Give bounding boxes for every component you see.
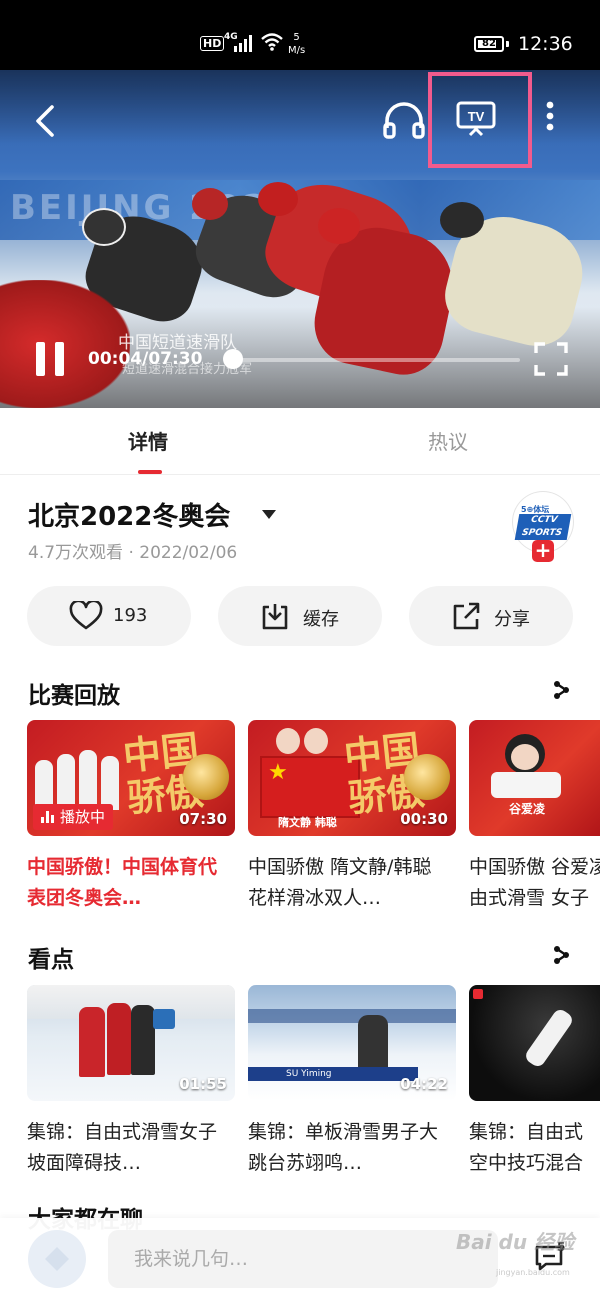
athlete-face <box>304 728 328 754</box>
battery-level: 82 <box>482 38 496 49</box>
tab-comments[interactable]: 热议 <box>428 426 468 455</box>
video-thumbnail[interactable]: 中国骄傲 播放中 07:30 <box>27 720 235 836</box>
share-button[interactable]: 分享 <box>409 586 573 646</box>
video-meta: 4.7万次观看 · 2022/02/06 <box>28 543 238 563</box>
athlete-face <box>511 744 539 770</box>
speed-unit: M/s <box>288 45 306 56</box>
baidu-watermark: Bai du 经验 <box>456 1230 575 1254</box>
video-card-title[interactable]: 中国骄傲 谷爱凌 由式滑雪 女子 <box>469 852 600 914</box>
speed-value: 5 <box>293 32 300 43</box>
video-card-title[interactable]: 集锦：单板滑雪男子大跳台苏翊鸣… <box>248 1117 456 1179</box>
section-more-icon[interactable] <box>552 680 572 700</box>
gold-medal <box>404 754 450 800</box>
flag <box>153 1009 175 1029</box>
status-bar: HD 4G 5 M/s 82 12:36 <box>0 0 600 70</box>
follow-button[interactable]: + <box>532 540 554 562</box>
section-more-icon[interactable] <box>552 945 572 965</box>
back-arrow-icon[interactable] <box>30 104 60 138</box>
athlete <box>79 1007 105 1077</box>
video-card-title-line: 中国骄傲 谷爱凌 <box>469 856 600 878</box>
channel-mark <box>473 989 483 999</box>
video-title[interactable]: 北京2022冬奥会 <box>28 496 230 533</box>
chevron-down-icon[interactable] <box>262 510 276 519</box>
video-duration: 00:30 <box>400 810 448 828</box>
equalizer-icon <box>41 811 55 823</box>
athlete <box>358 1015 388 1071</box>
athlete-name: 谷爱凌 <box>509 802 546 816</box>
signal-icon <box>234 35 252 52</box>
download-icon <box>262 604 288 630</box>
video-card-title[interactable]: 集锦：自由式滑雪女子坡面障碍技… <box>27 1117 235 1179</box>
video-card-title-line: 由式滑雪 女子 <box>469 887 590 909</box>
video-card-title-line: 空中技巧混合 <box>469 1152 584 1174</box>
video-thumbnail[interactable]: 谷爱凌 <box>469 720 600 836</box>
video-thumbnail[interactable] <box>469 985 600 1101</box>
highlights-section-title: 看点 <box>28 947 74 973</box>
progress-thumb[interactable] <box>223 349 243 369</box>
download-label: 缓存 <box>303 609 339 630</box>
now-playing-label: 播放中 <box>60 808 106 826</box>
clock: 12:36 <box>518 33 573 55</box>
tab-details[interactable]: 详情 <box>128 426 168 455</box>
network-speed: 5 M/s <box>288 31 305 57</box>
cast-button-highlight <box>428 72 532 168</box>
user-avatar[interactable] <box>28 1230 86 1288</box>
like-button[interactable]: 193 <box>27 586 191 646</box>
battery-icon: 82 <box>474 36 504 52</box>
video-thumbnail[interactable]: SU Yiming 04:22 <box>248 985 456 1101</box>
video-card-title[interactable]: 中国骄傲 隋文静/韩聪 花样滑冰双人… <box>248 852 456 914</box>
video-duration: 01:55 <box>179 1075 227 1093</box>
gold-medal <box>183 754 229 800</box>
now-playing-badge: 播放中 <box>33 804 114 830</box>
video-duration: 07:30 <box>179 810 227 828</box>
olympic-board <box>491 772 561 798</box>
video-duration: 04:22 <box>400 1075 448 1093</box>
athlete <box>107 1003 131 1075</box>
athlete-names: 隋文静 韩聪 <box>278 816 337 829</box>
battery-cap <box>506 41 509 47</box>
detail-tabs: 详情 热议 <box>0 408 600 475</box>
channel-logo-text: CCTV SPORTS <box>514 514 572 540</box>
score-bar: SU Yiming <box>248 1067 418 1081</box>
pause-icon[interactable] <box>34 342 66 376</box>
replay-section-title: 比赛回放 <box>28 683 120 709</box>
video-player[interactable]: BEIJING 2022 中国短道速滑队 短道速滑混合接力冠军 TV 00:04… <box>0 70 600 408</box>
comment-input[interactable]: 我来说几句… <box>108 1230 498 1288</box>
more-vertical-icon[interactable] <box>540 100 560 134</box>
avatar-placeholder-icon <box>45 1247 69 1271</box>
wifi-icon <box>261 33 283 51</box>
video-thumbnail[interactable]: 01:55 <box>27 985 235 1101</box>
video-card-title[interactable]: 集锦：自由式 空中技巧混合 <box>469 1117 600 1179</box>
video-thumbnail[interactable]: ★ 隋文静 韩聪 中国骄傲 00:30 <box>248 720 456 836</box>
headphone-icon[interactable] <box>382 100 426 140</box>
crowd <box>248 1009 456 1023</box>
download-button[interactable]: 缓存 <box>218 586 382 646</box>
tab-active-indicator <box>138 470 162 474</box>
heart-icon <box>69 601 103 630</box>
athlete <box>131 1005 155 1075</box>
progress-track[interactable] <box>230 358 520 362</box>
share-icon <box>453 602 480 630</box>
video-card-title-line: 集锦：自由式 <box>469 1121 584 1143</box>
playback-time: 00:04/07:30 <box>88 349 203 369</box>
video-card-title[interactable]: 中国骄傲！中国体育代表团冬奥会… <box>27 852 235 914</box>
athlete-face <box>276 728 300 754</box>
share-label: 分享 <box>494 609 530 630</box>
fullscreen-icon[interactable] <box>534 342 568 376</box>
athlete-name: SU Yiming <box>286 1069 332 1079</box>
baidu-watermark-url: jingyan.baidu.com <box>496 1268 570 1277</box>
like-count: 193 <box>113 605 148 626</box>
hd-indicator: HD <box>200 36 225 51</box>
aerial-athlete <box>523 1006 575 1070</box>
